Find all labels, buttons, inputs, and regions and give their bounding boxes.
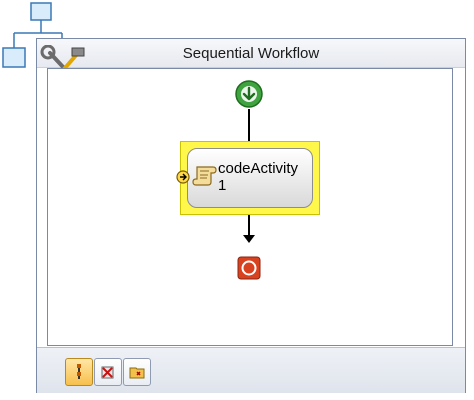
fault-handlers-view-icon (129, 367, 145, 379)
fault-handlers-view-tab[interactable] (123, 358, 151, 386)
cancel-handler-view-tab[interactable] (94, 358, 122, 386)
sequence-view-icon (77, 364, 81, 379)
connector-arrow-icon (243, 235, 255, 243)
workflow-header: Sequential Workflow (37, 39, 465, 68)
cancel-handler-view-icon (101, 366, 114, 379)
script-scroll-icon (192, 166, 217, 186)
workflow-start-icon[interactable] (234, 79, 264, 109)
workflow-end-icon[interactable] (237, 256, 261, 280)
workflow-title: Sequential Workflow (182, 45, 320, 62)
activity-label: codeActivity 1 (218, 160, 299, 194)
connector-line-top (248, 109, 250, 143)
activity-connection-point-icon[interactable] (176, 170, 190, 184)
sequence-view-tab[interactable] (65, 358, 93, 386)
